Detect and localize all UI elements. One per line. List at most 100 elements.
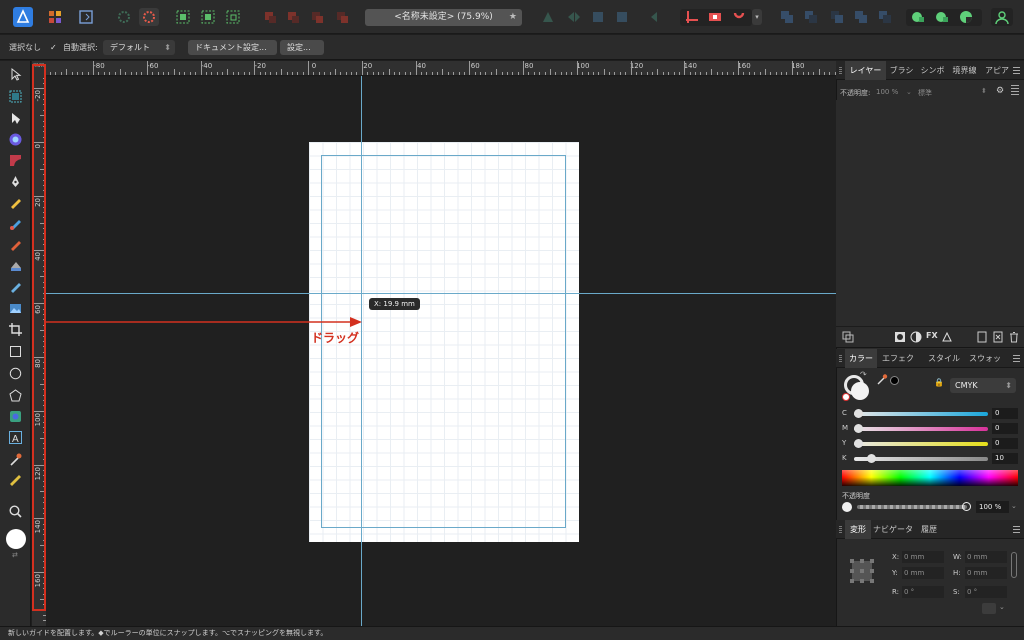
document-title-tab[interactable]: <名称未設定> (75.9%) ★	[365, 9, 522, 26]
node-tool-icon[interactable]	[8, 111, 23, 126]
layer-menu-icon[interactable]	[1011, 85, 1019, 95]
boolean-divide-icon[interactable]	[877, 9, 893, 25]
tab-brushes[interactable]: ブラシ	[886, 61, 917, 80]
swap-colors-icon[interactable]: ⇄	[12, 551, 18, 559]
lock-icon[interactable]: 🔒	[934, 378, 944, 387]
align-bottom-icon[interactable]	[225, 9, 241, 25]
gear-icon[interactable]: ⚙	[996, 86, 1004, 96]
picked-color-swatch[interactable]	[890, 376, 899, 385]
fill-color-swatch[interactable]	[6, 529, 26, 549]
panel-menu-icon[interactable]	[1013, 526, 1020, 533]
rotation-field[interactable]: 0 °	[902, 586, 944, 598]
auto-select-checkbox[interactable]: ✓	[50, 43, 59, 52]
color-spectrum[interactable]	[842, 470, 1018, 486]
link-proportions-icon[interactable]	[1011, 552, 1017, 578]
vector-brush-tool-icon[interactable]	[8, 216, 23, 231]
tab-layers[interactable]: レイヤー	[845, 61, 886, 80]
snap-to-guides-icon[interactable]	[707, 9, 723, 25]
rectangle-tool-icon[interactable]	[8, 344, 23, 359]
w-field[interactable]: 0 mm	[965, 551, 1007, 563]
channel-value-field[interactable]: 0	[992, 438, 1018, 449]
x-field[interactable]: 0 mm	[902, 551, 944, 563]
crop-tool-icon[interactable]	[8, 322, 23, 337]
fill-color-swatch[interactable]	[851, 382, 869, 400]
channel-slider-knob[interactable]	[854, 439, 863, 448]
shape-tool-icon[interactable]	[8, 409, 23, 424]
flip-horizontal-icon[interactable]	[566, 9, 582, 25]
arrange-forward-icon[interactable]	[309, 9, 325, 25]
panel-grip-icon[interactable]	[839, 67, 842, 75]
flip-vertical-icon[interactable]	[590, 9, 606, 25]
channel-slider-track[interactable]	[854, 442, 988, 446]
fx-icon[interactable]: FX	[926, 331, 938, 340]
vector-crop-icon[interactable]	[941, 331, 953, 343]
panel-menu-icon[interactable]	[1013, 67, 1020, 74]
place-image-tool-icon[interactable]	[8, 301, 23, 316]
app-logo-icon[interactable]	[13, 7, 33, 27]
chevron-down-icon[interactable]: ⌄	[1011, 502, 1017, 510]
corner-tool-icon[interactable]	[8, 153, 23, 168]
transparency-tool-icon[interactable]	[8, 279, 23, 294]
gear-icon[interactable]	[116, 9, 132, 25]
rotate-left-icon[interactable]	[614, 9, 630, 25]
color-picker-icon[interactable]	[876, 373, 888, 385]
color-model-dropdown[interactable]: CMYK ⬍	[950, 378, 1016, 393]
pixel-persona-icon[interactable]	[47, 9, 63, 25]
polygon-tool-icon[interactable]	[8, 388, 23, 403]
panel-menu-icon[interactable]	[1013, 355, 1020, 362]
align-left-icon[interactable]	[540, 9, 556, 25]
fill-tool-icon[interactable]	[8, 237, 23, 252]
snapping-icon[interactable]	[139, 8, 159, 26]
tab-stroke[interactable]: 境界線	[948, 61, 981, 80]
shear-field[interactable]: 0 °	[965, 586, 1007, 598]
channel-slider-knob[interactable]	[854, 409, 863, 418]
opacity-slider[interactable]	[857, 505, 967, 509]
pen-tool-icon[interactable]	[8, 174, 23, 189]
tab-color[interactable]: カラー	[845, 349, 877, 368]
boolean-intersect-icon[interactable]	[829, 9, 845, 25]
preferences-icon[interactable]	[958, 9, 974, 25]
horizontal-ruler[interactable]: -80 -60 -40 -20 0 20 40 60 80 100 120 140 160 180	[46, 61, 836, 76]
document-setup-button[interactable]: ドキュメント設定...	[188, 40, 277, 55]
artboard-tool-icon[interactable]	[8, 89, 23, 104]
account-icon[interactable]	[991, 8, 1013, 26]
trash-icon[interactable]	[1008, 331, 1020, 343]
tab-swatches[interactable]: スウォッ	[964, 349, 1006, 368]
tab-symbols[interactable]: シンボ	[917, 61, 948, 80]
channel-value-field[interactable]: 0	[992, 408, 1018, 419]
y-field[interactable]: 0 mm	[902, 567, 944, 579]
h-field[interactable]: 0 mm	[965, 567, 1007, 579]
quick-grid-icon[interactable]	[934, 9, 950, 25]
channel-slider-knob[interactable]	[866, 454, 876, 463]
channel-slider-track[interactable]	[854, 427, 988, 431]
arrange-backward-icon[interactable]	[285, 9, 301, 25]
swap-colors-icon[interactable]: ↷	[860, 370, 867, 379]
mask-icon[interactable]	[894, 331, 906, 343]
layer-insert-icon[interactable]	[842, 331, 854, 343]
rotate-right-icon[interactable]	[649, 9, 665, 25]
zoom-tool-icon[interactable]	[8, 504, 23, 519]
tab-effects[interactable]: エフェク	[877, 349, 919, 368]
tab-history[interactable]: 履歴	[915, 520, 943, 539]
blend-mode-dropdown[interactable]: 標準	[918, 88, 932, 98]
ellipse-tool-icon[interactable]	[8, 366, 23, 381]
arrange-back-icon[interactable]	[262, 9, 278, 25]
tab-styles[interactable]: スタイル	[924, 349, 964, 368]
horizontal-guide-line[interactable]	[46, 293, 836, 294]
pencil-tool-icon[interactable]	[8, 195, 23, 210]
boolean-add-icon[interactable]	[779, 9, 795, 25]
point-transform-tool-icon[interactable]	[8, 132, 23, 147]
move-tool-icon[interactable]	[8, 67, 23, 82]
layer-opacity-value[interactable]: 100 %	[876, 88, 898, 96]
panel-grip-icon[interactable]	[839, 526, 842, 534]
assistant-icon[interactable]	[910, 9, 926, 25]
color-opacity-value[interactable]: 100 %	[976, 501, 1009, 513]
group-layers-icon[interactable]	[992, 331, 1004, 343]
channel-value-field[interactable]: 0	[992, 423, 1018, 434]
tab-transform[interactable]: 変形	[845, 520, 871, 539]
align-top-icon[interactable]	[175, 9, 191, 25]
opacity-slider-knob[interactable]	[962, 502, 971, 511]
channel-slider-track[interactable]	[854, 412, 988, 416]
panel-grip-icon[interactable]	[839, 355, 842, 363]
transform-origin-icon[interactable]	[982, 603, 996, 614]
